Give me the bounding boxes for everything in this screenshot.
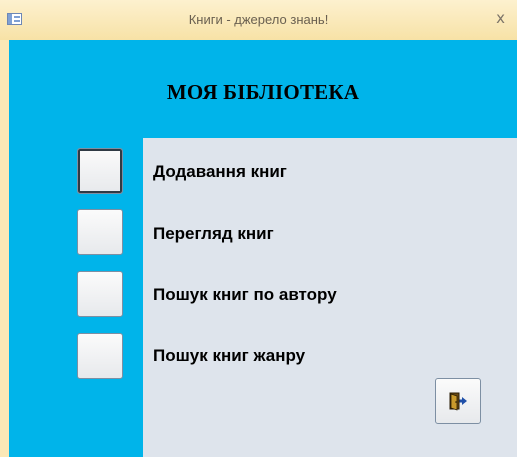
close-icon[interactable]: x — [496, 9, 505, 27]
view-books-label: Перегляд книг — [153, 224, 274, 243]
add-books-button[interactable] — [77, 148, 123, 194]
page-title: МОЯ БІБЛІОТЕКА — [166, 80, 360, 104]
search-by-author-button[interactable] — [77, 271, 123, 317]
window-title: Книги - джерело знань! — [188, 12, 329, 27]
exit-button[interactable] — [435, 378, 481, 424]
search-by-genre-label: Пошук книг жанру — [153, 346, 306, 365]
form-body: МОЯ БІБЛІОТЕКА Додавання книг Перегляд к… — [9, 40, 517, 457]
title-bar: Книги - джерело знань! x — [0, 0, 517, 40]
search-by-author-label: Пошук книг по автору — [153, 285, 337, 304]
view-books-button[interactable] — [77, 209, 123, 255]
add-books-label: Додавання книг — [153, 162, 287, 181]
search-by-genre-button[interactable] — [77, 333, 123, 379]
exit-door-icon — [449, 392, 467, 411]
